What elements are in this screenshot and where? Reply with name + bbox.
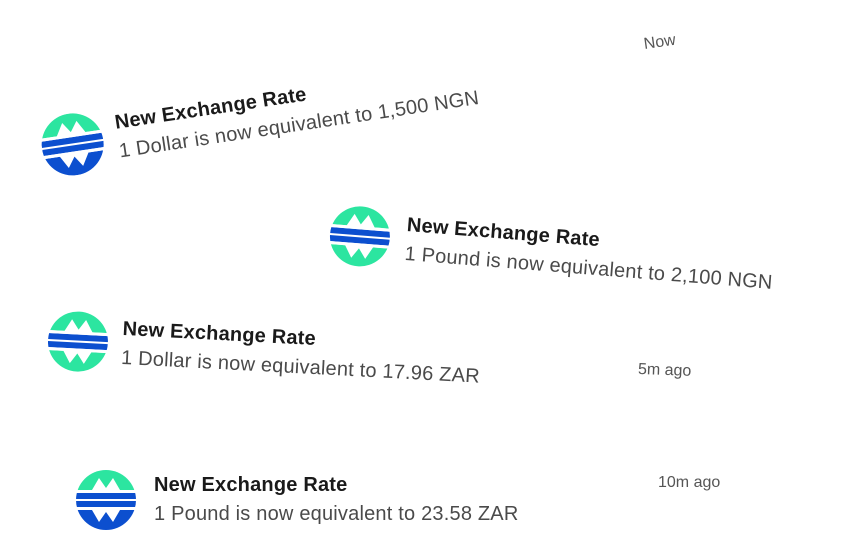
- notification-time: Now: [642, 31, 677, 53]
- notification-text: New Exchange Rate 1 Dollar is now equiva…: [113, 55, 481, 166]
- exchange-logo-icon: [76, 470, 136, 530]
- notification-card[interactable]: New Exchange Rate 1 Dollar is now equiva…: [46, 310, 482, 393]
- notification-text: New Exchange Rate 1 Dollar is now equiva…: [120, 315, 482, 392]
- exchange-logo-icon: [40, 110, 105, 179]
- notification-card[interactable]: New Exchange Rate 1 Dollar is now equiva…: [37, 53, 481, 179]
- notification-card[interactable]: New Exchange Rate 1 Pound is now equival…: [76, 470, 519, 530]
- exchange-logo-icon: [329, 204, 391, 269]
- notification-time: 10m ago: [658, 474, 721, 491]
- notifications-canvas: New Exchange Rate 1 Dollar is now equiva…: [0, 0, 854, 552]
- notification-text: New Exchange Rate 1 Pound is now equival…: [403, 211, 775, 298]
- notification-message: 1 Pound is now equivalent to 23.58 ZAR: [154, 503, 519, 525]
- notification-title: New Exchange Rate: [154, 474, 348, 496]
- notification-text: New Exchange Rate 1 Pound is now equival…: [154, 471, 519, 529]
- notification-time: 5m ago: [637, 361, 692, 380]
- exchange-logo-icon: [47, 310, 109, 374]
- notification-card[interactable]: New Exchange Rate 1 Pound is now equival…: [328, 204, 776, 299]
